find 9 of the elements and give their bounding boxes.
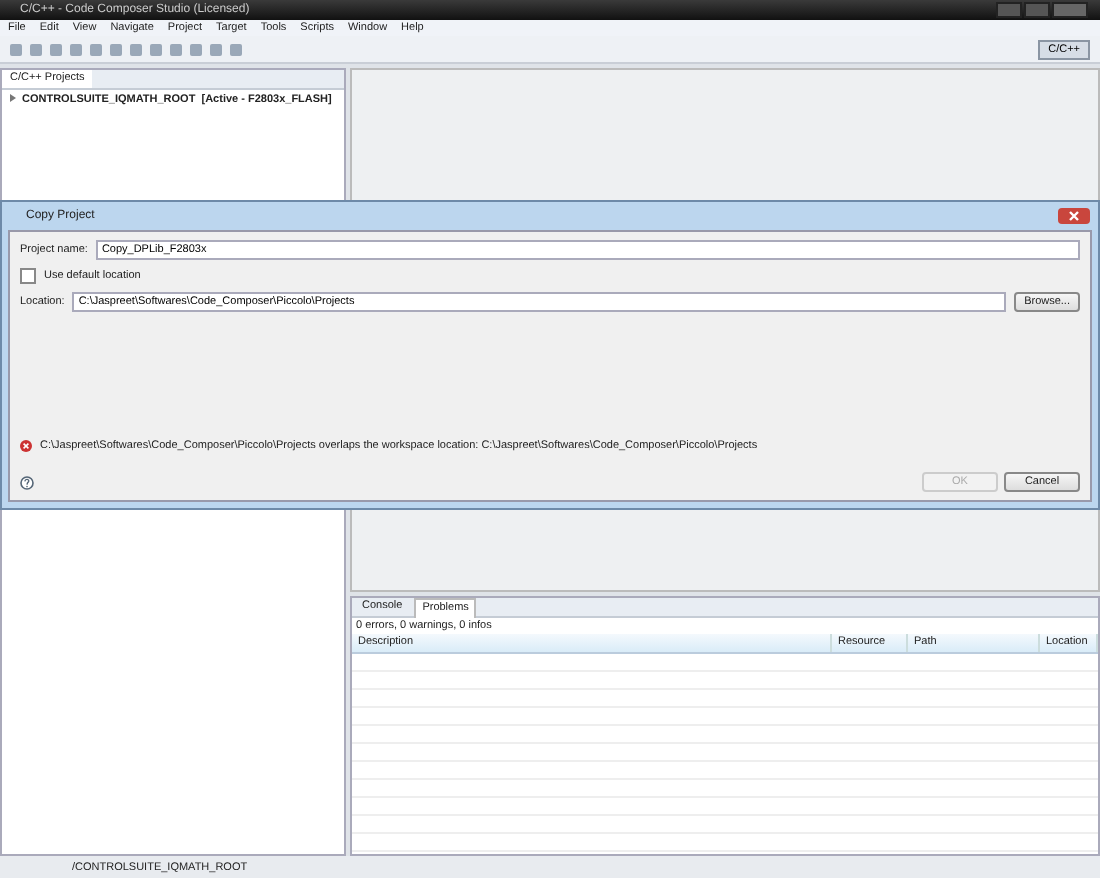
error-icon [20,440,32,452]
close-button[interactable] [1058,208,1090,224]
checkbox[interactable] [20,268,36,284]
minimize-button[interactable] [996,2,1022,18]
triangle-icon[interactable] [10,94,16,102]
close-icon[interactable] [1068,210,1080,222]
maximize-button[interactable] [1024,2,1050,18]
help-icon[interactable] [20,475,34,489]
close-button[interactable] [1052,2,1088,18]
